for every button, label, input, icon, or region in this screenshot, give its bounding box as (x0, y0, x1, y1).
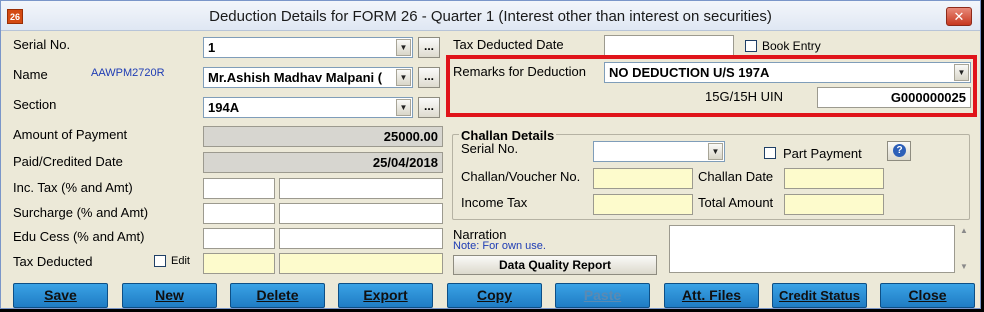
window-title: Deduction Details for FORM 26 - Quarter … (209, 8, 772, 25)
export-button[interactable]: Export (338, 283, 433, 308)
name-pan-code: AAWPM2720R (91, 67, 165, 79)
surcharge-amount-input[interactable] (279, 203, 443, 224)
chevron-down-icon[interactable]: ▼ (396, 39, 411, 56)
total-amount-input[interactable] (784, 194, 884, 215)
amount-of-payment-field: 25000.00 (203, 126, 443, 147)
close-button[interactable]: Close (880, 283, 975, 308)
remarks-for-deduction-select[interactable]: NO DEDUCTION U/S 197A ▼ (604, 62, 971, 83)
section-select[interactable]: 194A ▼ (203, 97, 413, 118)
deduction-details-window: 26 Deduction Details for FORM 26 - Quart… (0, 0, 981, 309)
save-button[interactable]: Save (13, 283, 108, 308)
chevron-down-icon[interactable]: ▼ (396, 69, 411, 86)
narration-scrollbar[interactable]: ▲ ▼ (958, 225, 970, 273)
chevron-down-icon[interactable]: ▼ (396, 99, 411, 116)
surcharge-percent-input[interactable] (203, 203, 275, 224)
tax-deducted-percent-input[interactable] (203, 253, 275, 274)
scroll-down-icon[interactable]: ▼ (958, 261, 970, 273)
name-select[interactable]: Mr.Ashish Madhav Malpani ( ▼ (203, 67, 413, 88)
tax-deducted-label: Tax Deducted (13, 254, 93, 269)
income-tax-label: Income Tax (461, 195, 528, 210)
chevron-down-icon[interactable]: ▼ (708, 143, 723, 160)
scroll-up-icon[interactable]: ▲ (958, 225, 970, 237)
credit-status-button[interactable]: Credit Status (772, 283, 867, 308)
book-entry-checkbox[interactable] (745, 40, 757, 52)
att-files-button[interactable]: Att. Files (664, 283, 759, 308)
edu-cess-amount-input[interactable] (279, 228, 443, 249)
challan-voucher-no-input[interactable] (593, 168, 693, 189)
amount-of-payment-label: Amount of Payment (13, 127, 128, 142)
data-quality-report-button[interactable]: Data Quality Report (453, 255, 657, 275)
help-icon: ? (893, 144, 906, 157)
tax-deducted-amount-input[interactable] (279, 253, 443, 274)
section-value: 194A (208, 100, 240, 115)
serial-no-value: 1 (208, 40, 216, 55)
name-browse-button[interactable]: ... (418, 67, 440, 88)
name-value: Mr.Ashish Madhav Malpani ( (208, 70, 383, 85)
tax-deducted-date-label: Tax Deducted Date (453, 37, 564, 52)
name-label: Name (13, 67, 48, 82)
new-button[interactable]: New (122, 283, 217, 308)
serial-no-select[interactable]: 1 ▼ (203, 37, 413, 58)
serial-no-browse-button[interactable]: ... (418, 37, 440, 58)
section-label: Section (13, 97, 57, 112)
part-payment-label: Part Payment (783, 146, 862, 161)
edu-cess-percent-input[interactable] (203, 228, 275, 249)
part-payment-checkbox[interactable] (764, 147, 776, 159)
inc-tax-amount-input[interactable] (279, 178, 443, 199)
remarks-for-deduction-value: NO DEDUCTION U/S 197A (609, 65, 770, 80)
challan-date-input[interactable] (784, 168, 884, 189)
edit-checkbox-label: Edit (171, 255, 190, 267)
tax-deducted-date-input[interactable] (604, 35, 734, 56)
challan-voucher-no-label: Challan/Voucher No. (461, 169, 581, 184)
inc-tax-label: Inc. Tax (% and Amt) (13, 180, 133, 195)
edu-cess-label: Edu Cess (% and Amt) (13, 229, 145, 244)
window-close-button[interactable]: ✕ (946, 7, 972, 26)
surcharge-label: Surcharge (% and Amt) (13, 205, 149, 220)
section-browse-button[interactable]: ... (418, 97, 440, 118)
serial-no-label: Serial No. (13, 37, 71, 52)
challan-serial-no-select[interactable]: ▼ (593, 141, 725, 162)
challan-date-label: Challan Date (698, 169, 774, 184)
uin-label: 15G/15H UIN (705, 89, 784, 104)
chevron-down-icon[interactable]: ▼ (954, 64, 969, 81)
book-entry-label: Book Entry (762, 39, 821, 53)
copy-button[interactable]: Copy (447, 283, 542, 308)
title-bar: 26 Deduction Details for FORM 26 - Quart… (1, 1, 980, 31)
narration-note: Note: For own use. (453, 240, 546, 252)
paid-credited-date-field: 25/04/2018 (203, 152, 443, 173)
uin-input[interactable]: G000000025 (817, 87, 971, 108)
paid-credited-date-label: Paid/Credited Date (13, 154, 123, 169)
total-amount-label: Total Amount (698, 195, 774, 210)
delete-button[interactable]: Delete (230, 283, 325, 308)
inc-tax-percent-input[interactable] (203, 178, 275, 199)
challan-serial-no-label: Serial No. (461, 141, 519, 156)
narration-textarea[interactable] (669, 225, 955, 273)
income-tax-input[interactable] (593, 194, 693, 215)
edit-checkbox[interactable] (154, 255, 166, 267)
help-button[interactable]: ? (887, 141, 911, 161)
remarks-for-deduction-label: Remarks for Deduction (453, 64, 586, 79)
paste-button[interactable]: Paste (555, 283, 650, 308)
